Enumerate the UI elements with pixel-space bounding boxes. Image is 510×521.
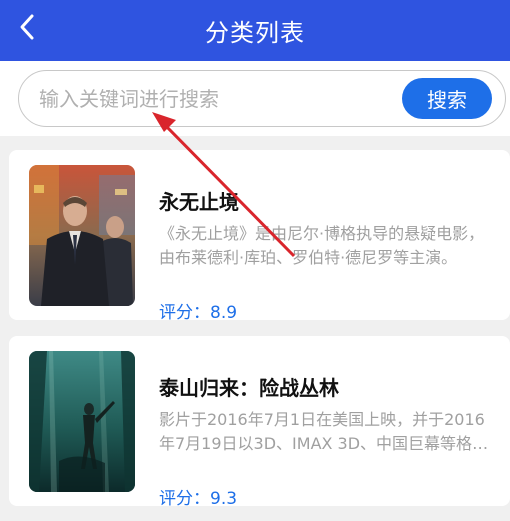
movie-title: 永无止境 bbox=[159, 190, 239, 214]
movie-poster bbox=[29, 165, 135, 306]
rating-label: 评分： bbox=[159, 303, 210, 323]
movie-poster bbox=[29, 351, 135, 492]
search-input[interactable] bbox=[39, 79, 399, 119]
rating-label: 评分： bbox=[159, 489, 210, 509]
back-button[interactable] bbox=[8, 8, 46, 46]
search-bar: 搜索 bbox=[0, 61, 510, 136]
movie-description: 《永无止境》是由尼尔·博格执导的悬疑电影，由布莱德利·库珀、罗伯特·德尼罗等主演… bbox=[159, 224, 485, 267]
rating-value: 8.9 bbox=[210, 303, 238, 323]
search-button[interactable]: 搜索 bbox=[402, 78, 492, 119]
movie-title: 泰山归来：险战丛林 bbox=[159, 376, 339, 400]
search-box: 搜索 bbox=[18, 70, 506, 127]
list-item[interactable]: 泰山归来：险战丛林 影片于2016年7月1日在美国上映，并于2016年7月19日… bbox=[9, 336, 510, 509]
movie-rating: 评分：9.3 bbox=[159, 484, 237, 509]
list-item[interactable]: 永无止境 《永无止境》是由尼尔·博格执导的悬疑电影，由布莱德利·库珀、罗伯特·德… bbox=[9, 150, 510, 323]
movie-description: 影片于2016年7月1日在美国上映，并于2016年7月19日以3D、IMAX 3… bbox=[159, 410, 489, 453]
chevron-left-icon bbox=[20, 14, 34, 40]
app-header: 分类列表 bbox=[0, 0, 510, 61]
movie-rating: 评分：8.9 bbox=[159, 298, 237, 323]
page-title: 分类列表 bbox=[205, 19, 305, 47]
rating-value: 9.3 bbox=[210, 489, 238, 509]
